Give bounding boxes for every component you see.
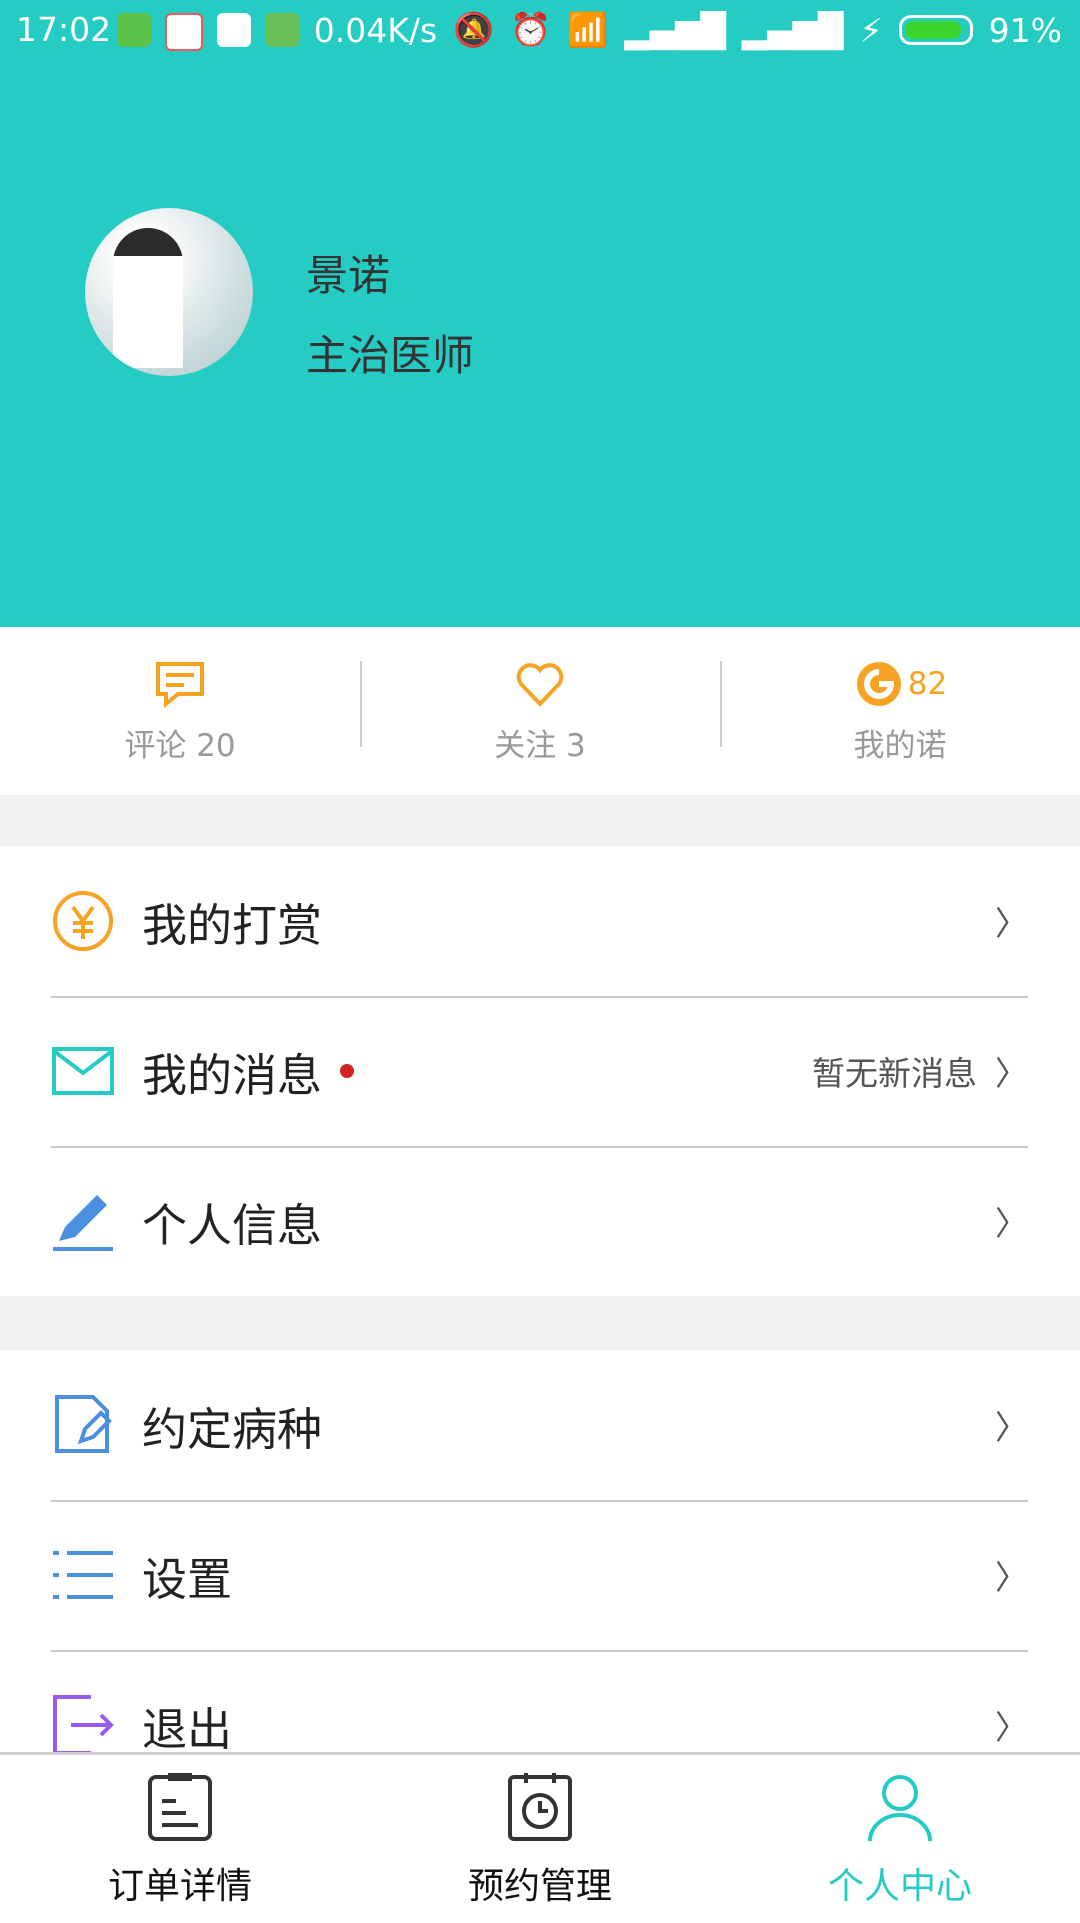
follows-stat[interactable]: 关注 3: [360, 627, 720, 795]
points-value: 82: [907, 665, 948, 702]
exit-icon: [53, 1695, 114, 1752]
mail-icon: [52, 1047, 114, 1095]
menu-item-profile-info[interactable]: 个人信息 〉: [0, 1146, 1080, 1296]
signal-icon: ▂▄▆█: [624, 10, 726, 50]
points-label: 我的诺: [853, 727, 947, 764]
avatar[interactable]: [85, 208, 253, 376]
mute-icon: 🔕: [453, 10, 495, 49]
menu-item-settings[interactable]: 设置 〉: [0, 1500, 1080, 1650]
menu-item-diseases[interactable]: 约定病种 〉: [0, 1350, 1080, 1500]
chevron-right-icon: 〉: [995, 1054, 1028, 1093]
status-bar: 17:02 0.04K/s 🔕 ⏰ 📶 ▂▄▆█ ▂▄▆█ ⚡ 91%: [0, 0, 1080, 62]
pen-icon: [53, 1195, 113, 1251]
battery-app-icon: [117, 13, 151, 47]
menu-label: 约定病种: [142, 1402, 323, 1456]
points-icon: [856, 661, 901, 706]
battery-percent: 91%: [988, 10, 1062, 50]
stats-bar: 评论 20 关注 3 82 我的诺: [0, 627, 1080, 795]
menu-label: 退出: [142, 1702, 233, 1753]
book-app-icon: [165, 13, 203, 51]
signal-icon-2: ▂▄▆█: [741, 10, 844, 50]
document-edit-icon: [55, 1395, 112, 1453]
bottom-navigation: 订单详情 预约管理 个人中心: [0, 1752, 1080, 1923]
menu-group-2: 约定病种 〉 设置 〉 退出 〉: [0, 1350, 1080, 1752]
alarm-icon: ⏰: [510, 10, 552, 49]
menu-item-messages[interactable]: 我的消息 暂无新消息 〉: [0, 996, 1080, 1146]
unread-dot: [340, 1064, 355, 1078]
profile-header: 景诺 主治医师: [0, 62, 1080, 627]
comments-label: 评论 20: [124, 727, 236, 764]
message-status: 暂无新消息: [812, 1054, 977, 1093]
tab-label: 订单详情: [107, 1866, 252, 1907]
calendar-history-icon: [508, 1773, 572, 1841]
status-time: 17:02: [16, 10, 112, 49]
clipboard-icon: [148, 1773, 212, 1841]
doctor-name: 景诺: [306, 251, 391, 300]
points-stat[interactable]: 82 我的诺: [720, 627, 1080, 795]
doctor-title: 主治医师: [306, 331, 475, 380]
wifi-icon: 📶: [567, 10, 609, 49]
user-icon: [868, 1775, 932, 1842]
menu-group-1: 我的打赏 〉 我的消息 暂无新消息 〉 个人信息 〉: [0, 846, 1080, 1296]
chevron-right-icon: 〉: [995, 1708, 1028, 1747]
charging-icon: ⚡: [859, 10, 883, 50]
tab-label: 个人中心: [827, 1866, 972, 1907]
network-speed: 0.04K/s: [313, 10, 438, 50]
menu-label: 我的打赏: [142, 898, 323, 952]
menu-item-logout[interactable]: 退出 〉: [0, 1650, 1080, 1752]
list-icon: [53, 1551, 113, 1599]
comments-stat[interactable]: 评论 20: [0, 627, 360, 795]
chevron-right-icon: 〉: [995, 1204, 1028, 1243]
chevron-right-icon: 〉: [995, 904, 1028, 943]
tab-label: 预约管理: [467, 1866, 612, 1907]
chevron-right-icon: 〉: [995, 1558, 1028, 1597]
tab-personal-center[interactable]: 个人中心: [720, 1755, 1080, 1923]
yen-icon: [53, 891, 113, 951]
status-right: 0.04K/s 🔕 ⏰ 📶 ▂▄▆█ ▂▄▆█ ⚡ 91%: [314, 10, 1062, 50]
tab-order-details[interactable]: 订单详情: [0, 1755, 360, 1923]
menu-label: 我的消息: [142, 1048, 323, 1102]
follows-label: 关注 3: [494, 727, 586, 764]
menu-item-rewards[interactable]: 我的打赏 〉: [0, 846, 1080, 996]
battery-icon: [898, 15, 973, 45]
android-app-icon: [265, 13, 299, 47]
menu-label: 个人信息: [142, 1198, 323, 1252]
chevron-right-icon: 〉: [995, 1408, 1028, 1447]
notification-icons: [117, 13, 299, 51]
comment-icon: [156, 661, 204, 708]
heart-icon: [516, 662, 564, 707]
tab-appointments[interactable]: 预约管理: [360, 1755, 720, 1923]
play-app-icon: [217, 13, 251, 47]
menu-label: 设置: [142, 1552, 233, 1606]
